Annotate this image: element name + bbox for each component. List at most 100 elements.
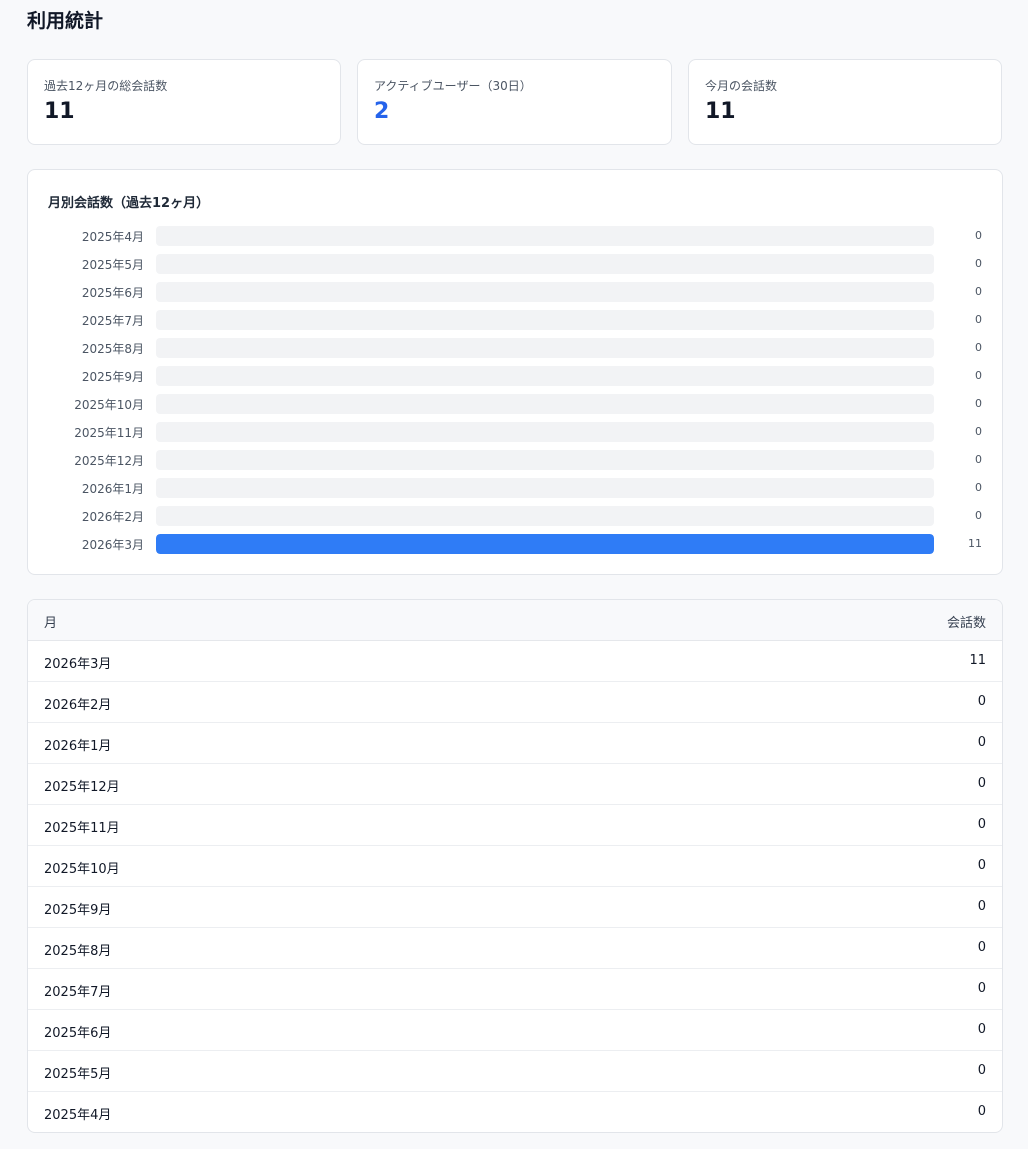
table-row: 2026年1月 0 <box>28 723 1002 764</box>
cell-count: 0 <box>977 776 986 791</box>
bar-track <box>156 422 934 442</box>
bar-value-label: 0 <box>975 257 982 270</box>
table-row: 2025年10月 0 <box>28 846 1002 887</box>
chart-bar-row: 2026年2月 0 <box>28 506 1002 526</box>
monthly-conversations-chart: 月別会話数（過去12ヶ月） 2025年4月 0 2025年5月 0 2025年6月 0 20… <box>27 169 1003 575</box>
cell-count: 0 <box>977 694 986 709</box>
cell-count: 0 <box>977 1104 986 1119</box>
cell-count: 0 <box>977 1022 986 1037</box>
cell-count: 0 <box>977 1063 986 1078</box>
chart-bar-row: 2025年9月 0 <box>28 366 1002 386</box>
bar-category-label: 2025年7月 <box>81 314 144 328</box>
bar-track <box>156 226 934 246</box>
bar-track <box>156 478 934 498</box>
cell-month: 2026年2月 <box>44 698 112 713</box>
bar-value-label: 0 <box>975 509 982 522</box>
stat-label: 今月の会話数 <box>705 79 778 93</box>
cell-month: 2026年1月 <box>44 739 112 754</box>
chart-bar-row: 2025年11月 0 <box>28 422 1002 442</box>
table-row: 2025年12月 0 <box>28 764 1002 805</box>
table-row: 2025年7月 0 <box>28 969 1002 1010</box>
bar-category-label: 2025年4月 <box>81 230 144 244</box>
cell-count: 0 <box>977 981 986 996</box>
stat-card-this-month: 今月の会話数 11 <box>688 59 1002 145</box>
cell-month: 2025年6月 <box>44 1026 112 1041</box>
cell-count: 11 <box>969 653 986 668</box>
bar-category-label: 2026年1月 <box>81 482 144 496</box>
cell-month: 2025年5月 <box>44 1067 112 1082</box>
cell-month: 2025年8月 <box>44 944 112 959</box>
cell-month: 2026年3月 <box>44 657 112 672</box>
table-row: 2025年5月 0 <box>28 1051 1002 1092</box>
table-row: 2025年6月 0 <box>28 1010 1002 1051</box>
bar <box>156 534 934 554</box>
bar-value-label: 11 <box>968 537 982 550</box>
table-row: 2025年8月 0 <box>28 928 1002 969</box>
bar-value-label: 0 <box>975 425 982 438</box>
bar-category-label: 2025年12月 <box>74 454 144 468</box>
stat-label: アクティブユーザー（30日） <box>374 79 532 93</box>
bar-category-label: 2025年6月 <box>81 286 144 300</box>
bar-value-label: 0 <box>975 313 982 326</box>
chart-bar-row: 2025年10月 0 <box>28 394 1002 414</box>
column-header-count[interactable]: 会話数 <box>947 612 986 631</box>
stat-value: 11 <box>44 99 75 124</box>
cell-count: 0 <box>977 940 986 955</box>
cell-month: 2025年9月 <box>44 903 112 918</box>
bar-track <box>156 394 934 414</box>
chart-bar-row: 2025年5月 0 <box>28 254 1002 274</box>
stat-card-active-users: アクティブユーザー（30日） 2 <box>357 59 672 145</box>
table-row: 2026年3月 11 <box>28 641 1002 682</box>
bar-track <box>156 310 934 330</box>
cell-month: 2025年10月 <box>44 862 120 877</box>
bar-value-label: 0 <box>975 453 982 466</box>
bar-category-label: 2026年2月 <box>81 510 144 524</box>
bar-track <box>156 534 934 554</box>
cell-count: 0 <box>977 735 986 750</box>
chart-title: 月別会話数（過去12ヶ月） <box>48 196 210 211</box>
stat-label: 過去12ヶ月の総会話数 <box>44 79 168 93</box>
bar-track <box>156 282 934 302</box>
chart-bar-row: 2025年7月 0 <box>28 310 1002 330</box>
chart-bar-row: 2026年1月 0 <box>28 478 1002 498</box>
page-title: 利用統計 <box>27 10 104 32</box>
bar-value-label: 0 <box>975 481 982 494</box>
bar-track <box>156 366 934 386</box>
stat-value: 2 <box>374 99 390 124</box>
cell-count: 0 <box>977 817 986 832</box>
table-header: 月 会話数 <box>28 600 1002 641</box>
bar-value-label: 0 <box>975 229 982 242</box>
table-row: 2025年11月 0 <box>28 805 1002 846</box>
stat-value: 11 <box>705 99 736 124</box>
cell-month: 2025年4月 <box>44 1108 112 1123</box>
monthly-conversations-table: 月 会話数 2026年3月 11 2026年2月 0 2026年1月 0 2025年12月 0… <box>27 599 1003 1133</box>
bar-value-label: 0 <box>975 397 982 410</box>
bar-category-label: 2025年9月 <box>81 370 144 384</box>
cell-count: 0 <box>977 899 986 914</box>
bar-track <box>156 506 934 526</box>
bar-category-label: 2025年11月 <box>74 426 144 440</box>
bar-track <box>156 338 934 358</box>
bar-value-label: 0 <box>975 369 982 382</box>
bar-category-label: 2025年10月 <box>74 398 144 412</box>
bar-value-label: 0 <box>975 341 982 354</box>
bar-track <box>156 254 934 274</box>
bar-category-label: 2025年8月 <box>81 342 144 356</box>
bar-track <box>156 450 934 470</box>
chart-bar-row: 2026年3月 11 <box>28 534 1002 554</box>
cell-month: 2025年11月 <box>44 821 120 836</box>
chart-bar-row: 2025年8月 0 <box>28 338 1002 358</box>
chart-bar-row: 2025年4月 0 <box>28 226 1002 246</box>
bar-category-label: 2025年5月 <box>81 258 144 272</box>
table-row: 2025年9月 0 <box>28 887 1002 928</box>
table-row: 2025年4月 0 <box>28 1092 1002 1132</box>
cell-count: 0 <box>977 858 986 873</box>
chart-bar-row: 2025年12月 0 <box>28 450 1002 470</box>
table-row: 2026年2月 0 <box>28 682 1002 723</box>
bar-value-label: 0 <box>975 285 982 298</box>
cell-month: 2025年7月 <box>44 985 112 1000</box>
cell-month: 2025年12月 <box>44 780 120 795</box>
chart-bar-row: 2025年6月 0 <box>28 282 1002 302</box>
column-header-month[interactable]: 月 <box>44 612 57 631</box>
stat-card-total-conversations: 過去12ヶ月の総会話数 11 <box>27 59 341 145</box>
